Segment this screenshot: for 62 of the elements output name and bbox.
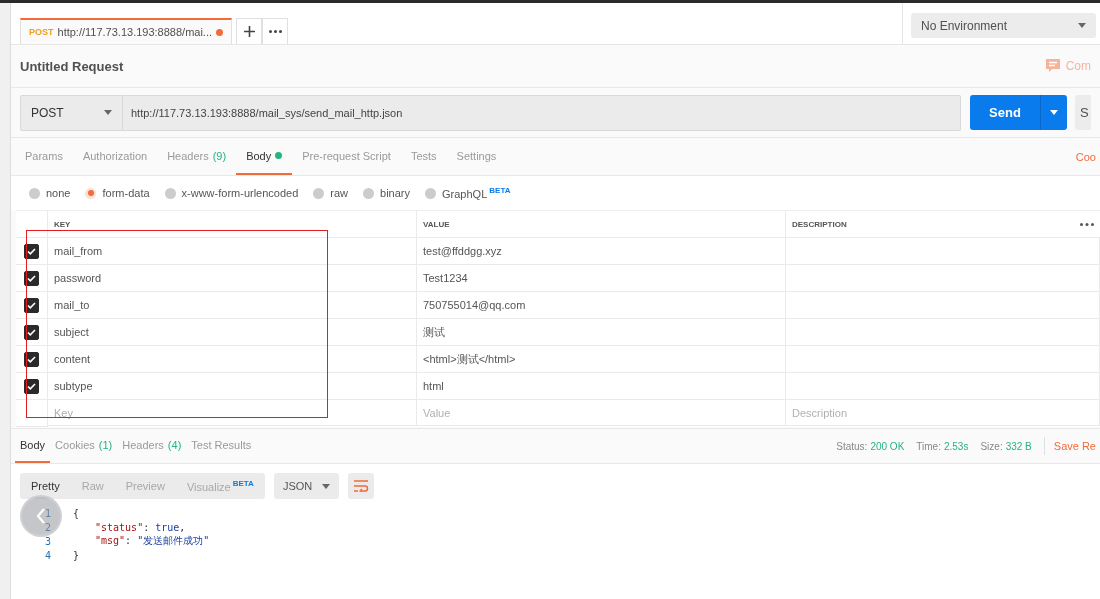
- environment-dropdown[interactable]: No Environment: [911, 13, 1096, 38]
- comment-icon: [1045, 59, 1060, 73]
- view-mode-button[interactable]: Visualize $^{BETA}$: [175, 473, 265, 499]
- check-icon: [27, 301, 36, 309]
- key-cell[interactable]: content: [48, 346, 417, 373]
- code-line: }: [73, 549, 80, 561]
- check-icon: [27, 355, 36, 363]
- description-input[interactable]: Description: [786, 400, 1100, 426]
- view-mode-button[interactable]: Pretty: [20, 473, 71, 499]
- chevron-left-icon: [36, 508, 46, 524]
- line-number: 1: [43, 507, 51, 519]
- method-label: POST: [29, 27, 54, 37]
- check-icon: [27, 274, 36, 282]
- caret-icon: [1078, 23, 1086, 28]
- code-line: "status": true,: [94, 521, 186, 533]
- value-cell[interactable]: <html>测试</html>: [417, 346, 786, 373]
- body-type-radio[interactable]: form-data: [85, 187, 150, 199]
- caret-icon: [104, 110, 112, 115]
- key-cell[interactable]: password: [48, 265, 417, 292]
- key-input[interactable]: Key: [48, 400, 417, 426]
- response-stat: Size: 332 B: [980, 440, 1032, 452]
- line-number: 2: [43, 521, 51, 533]
- code-line: "msg": "发送邮件成功": [94, 534, 210, 548]
- column-header: VALUE: [417, 211, 786, 238]
- send-options-button[interactable]: [1040, 95, 1067, 130]
- column-header: KEY: [48, 211, 417, 238]
- method-dropdown[interactable]: POST: [20, 94, 123, 131]
- line-number: 3: [43, 535, 51, 547]
- more-icon[interactable]: [1080, 222, 1094, 226]
- body-type-radio[interactable]: none: [29, 187, 71, 199]
- request-tab[interactable]: POST http://117.73.13.193:8888/mai...: [20, 18, 233, 44]
- format-dropdown[interactable]: JSON: [273, 473, 339, 499]
- save-button[interactable]: S: [1075, 95, 1091, 130]
- response-stat: Status: 200 OK: [836, 440, 905, 452]
- body-type-radio[interactable]: x-www-form-urlencoded: [164, 187, 299, 199]
- key-cell[interactable]: subject: [48, 319, 417, 346]
- check-icon: [27, 247, 36, 255]
- tab-title: http://117.73.13.193:8888/mai...: [57, 26, 213, 38]
- check-icon: [27, 328, 36, 336]
- body-type-radio[interactable]: binary: [363, 187, 411, 199]
- caret-icon: [321, 483, 330, 489]
- value-cell[interactable]: Test1234: [417, 265, 786, 292]
- value-cell[interactable]: 测试: [417, 319, 786, 346]
- url-field[interactable]: http://117.73.13.193:8888/mail_sys/send_mail_http.json: [123, 94, 961, 131]
- value-cell[interactable]: 750755014@qq.com: [417, 292, 786, 319]
- more-icon[interactable]: [262, 18, 289, 44]
- value-cell[interactable]: test@ffddgg.xyz: [417, 238, 786, 265]
- body-type-radio[interactable]: raw: [313, 187, 349, 199]
- request-title: Untitled Request: [20, 58, 125, 74]
- key-cell[interactable]: mail_to: [48, 292, 417, 319]
- caret-icon: [1050, 110, 1058, 115]
- key-cell[interactable]: mail_from: [48, 238, 417, 265]
- body-type-radio[interactable]: GraphQL $^{BETA}$: [425, 186, 511, 200]
- code-line: {: [73, 507, 80, 519]
- line-number: 4: [43, 549, 51, 561]
- plus-icon: [243, 26, 255, 37]
- new-tab-button[interactable]: [236, 18, 263, 44]
- column-header: DESCRIPTION: [792, 219, 847, 229]
- send-button[interactable]: Send: [970, 95, 1040, 130]
- response-stat: Time: 2.53s: [916, 440, 969, 452]
- value-input[interactable]: Value: [417, 400, 786, 426]
- check-icon: [27, 382, 36, 390]
